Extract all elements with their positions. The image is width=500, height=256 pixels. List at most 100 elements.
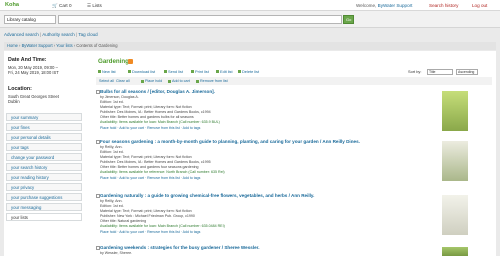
cart-icon	[168, 79, 171, 83]
koha-logo[interactable]: Koha	[5, 2, 19, 8]
lists-label: Lists	[92, 3, 102, 8]
record-edition: Edition: 1st ed.	[100, 204, 124, 208]
advanced-search-link[interactable]: Advanced search	[4, 32, 39, 37]
record-title[interactable]: Four seasons gardening : a month-by-mont…	[100, 139, 360, 144]
remove-from-list-label: Remove from list	[200, 79, 228, 83]
edit-list-button[interactable]: Edit list	[216, 69, 233, 74]
welcome-text: Welcome, ByWater Support	[356, 3, 412, 8]
trash-icon	[238, 70, 241, 74]
cover-image	[442, 91, 468, 131]
menu-item-personal-details[interactable]: your personal details	[6, 132, 82, 142]
menu-item-reading-history[interactable]: your reading history	[6, 172, 82, 182]
record-material: Material type: Text; Format: print; Lite…	[100, 209, 192, 213]
breadcrumb-lists[interactable]: Your lists	[56, 43, 72, 48]
record-title[interactable]: Gardening naturally : a guide to growing…	[100, 193, 314, 198]
top-navbar: Koha 🛒 Cart 0 ☰ Lists Welcome, ByWater S…	[0, 0, 500, 11]
menu-item-summary[interactable]: your summary	[6, 113, 82, 122]
menu-item-search-history[interactable]: your search history	[6, 162, 82, 172]
cart-icon: 🛒	[52, 3, 58, 8]
menu-item-privacy[interactable]: your privacy	[6, 182, 82, 192]
record-author: by Jimerson, Douglas A.	[100, 95, 139, 99]
record-actions[interactable]: Place hold · Add to your cart · Remove f…	[100, 126, 200, 130]
sidebar: Date And Time: Mon, 20 May 2019, 09:00 –…	[4, 51, 84, 256]
delete-list-button[interactable]: Delete list	[238, 69, 259, 74]
menu-item-messaging[interactable]: your messaging	[6, 202, 82, 212]
record-publisher: Publisher: Des Moines, IA : Better Homes…	[100, 160, 211, 164]
location-text: South Great Georges Street Dublin	[8, 94, 59, 104]
send-list-label: Send list	[168, 69, 183, 74]
hold-icon	[141, 79, 144, 83]
rss-icon[interactable]	[128, 59, 133, 64]
search-links: Advanced search | Authority search | Tag…	[4, 32, 98, 37]
logout-link[interactable]: Log out	[472, 3, 487, 8]
record-actions[interactable]: Place hold · Add to your cart · Remove f…	[100, 176, 200, 180]
tag-cloud-link[interactable]: Tag cloud	[78, 32, 97, 37]
print-list-button[interactable]: Print list	[191, 69, 209, 74]
download-icon	[128, 70, 131, 74]
select-all-link[interactable]: Select all	[99, 79, 114, 83]
location-heading: Location:	[8, 86, 32, 92]
record-title[interactable]: Gardening weekends : strategies for the …	[100, 245, 259, 250]
record-actions[interactable]: Place hold · Add to your cart · Remove f…	[100, 230, 200, 234]
record-publisher: Publisher: New York : Michael Friedman P…	[100, 214, 195, 218]
add-to-cart-selected[interactable]: Add to cart	[168, 79, 190, 83]
delete-list-label: Delete list	[242, 69, 260, 74]
cover-image	[442, 195, 468, 235]
selection-toolbar: Select all Clear all Place hold Add to c…	[96, 77, 492, 85]
authority-search-link[interactable]: Authority search	[42, 32, 75, 37]
record-material: Material type: Text; Format: print; Lite…	[100, 105, 192, 109]
date-heading: Date And Time:	[8, 57, 47, 63]
cart-button[interactable]: 🛒 Cart 0	[52, 3, 72, 9]
breadcrumb-current: Contents of Gardening	[76, 43, 118, 48]
breadcrumb-home[interactable]: Home	[7, 43, 18, 48]
clear-all-link[interactable]: Clear all	[116, 79, 130, 83]
place-hold-label: Place hold	[145, 79, 163, 83]
remove-icon	[196, 79, 199, 83]
place-hold-selected[interactable]: Place hold	[141, 79, 162, 83]
search-go-button[interactable]: Go	[343, 15, 354, 24]
sort-order-select[interactable]: Ascending	[456, 69, 478, 75]
envelope-icon	[164, 70, 167, 74]
sort-field-select[interactable]: Title	[427, 69, 453, 75]
record-edition: Edition: 1st ed.	[100, 100, 124, 104]
record-author: by Wessler, Sheree.	[100, 251, 133, 255]
location-line-2: Dublin	[8, 99, 20, 105]
record-edition: Edition: 1st ed.	[100, 150, 124, 154]
record-author: by Reilly, Ann.	[100, 145, 123, 149]
menu-item-lists[interactable]: your lists	[6, 212, 82, 222]
new-list-button[interactable]: New list	[98, 69, 116, 74]
record-publisher: Publisher: Des Moines, IA : Better Homes…	[100, 110, 211, 114]
menu-item-change-password[interactable]: change your password	[6, 152, 82, 162]
menu-item-fines[interactable]: your fines	[6, 122, 82, 132]
menu-item-purchase-suggestions[interactable]: your purchase suggestions	[6, 192, 82, 202]
lists-icon: ☰	[87, 3, 92, 8]
lists-menu[interactable]: ☰ Lists	[87, 3, 102, 9]
breadcrumb-user[interactable]: ByWater Support	[22, 43, 53, 48]
record-title[interactable]: Bulbs for all seasons / [editor, Douglas…	[100, 89, 215, 94]
search-input[interactable]	[58, 15, 342, 24]
download-list-button[interactable]: Download list	[128, 69, 155, 74]
add-to-cart-label: Add to cart	[172, 79, 190, 83]
user-link[interactable]: ByWater Support	[378, 3, 413, 8]
search-history-link[interactable]: Search history	[429, 3, 458, 8]
print-list-label: Print list	[195, 69, 209, 74]
search-bar: Library catalog Go	[0, 11, 500, 28]
location-block: Location: South Great Georges Street Dub…	[8, 86, 59, 104]
breadcrumb: Home › ByWater Support › Your lists › Co…	[4, 42, 496, 50]
go-label: Go	[346, 17, 352, 22]
print-icon	[191, 70, 194, 74]
new-list-label: New list	[102, 69, 116, 74]
record-author: by Reilly, Ann.	[100, 199, 123, 203]
record-other-title: Other title: Better homes and gardens fo…	[100, 165, 199, 169]
list-toolbar: New list Download list Send list Print l…	[96, 68, 492, 75]
search-scope-select[interactable]: Library catalog	[4, 15, 56, 24]
cover-image	[442, 141, 468, 181]
list-title: Gardening	[98, 58, 129, 65]
record-other-title: Other title: Better homes and gardens bu…	[100, 115, 194, 119]
cart-count: 0	[68, 3, 72, 8]
send-list-button[interactable]: Send list	[164, 69, 183, 74]
cover-image	[442, 247, 468, 256]
menu-item-tags[interactable]: your tags	[6, 142, 82, 152]
record-other-title: Other title: Natural gardening	[100, 219, 147, 223]
remove-from-list-selected[interactable]: Remove from list	[196, 79, 228, 83]
